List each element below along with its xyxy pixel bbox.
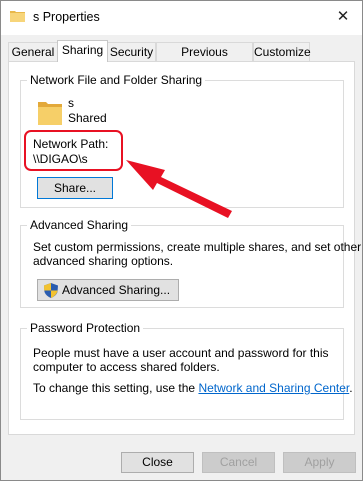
folder-name: s — [68, 96, 74, 110]
change-setting-period: . — [349, 381, 353, 395]
uac-shield-icon — [44, 283, 58, 298]
window-title: s Properties — [33, 10, 100, 24]
tab-customize[interactable]: Customize — [253, 42, 311, 61]
tab-sharing[interactable]: Sharing — [57, 40, 108, 62]
network-sharing-center-link[interactable]: Network and Sharing Center — [198, 381, 349, 395]
apply-button[interactable]: Apply — [283, 452, 356, 473]
share-button[interactable]: Share... — [37, 177, 113, 199]
close-window-button[interactable]: ✕ — [328, 3, 358, 31]
title-bar: s Properties ✕ — [1, 1, 362, 35]
group-title: Network File and Folder Sharing — [27, 73, 206, 87]
advanced-description-line2: advanced sharing options. — [33, 254, 174, 268]
tab-previous-versions[interactable]: Previous Versions — [156, 42, 253, 77]
advanced-description-line1: Set custom permissions, create multiple … — [33, 240, 362, 254]
advanced-sharing-label: Advanced Sharing... — [61, 283, 171, 297]
sharing-panel: Network File and Folder Sharing s Shared… — [8, 61, 361, 435]
folder-icon — [10, 11, 25, 22]
shared-folder-icon — [38, 102, 62, 125]
tab-general[interactable]: General — [8, 42, 58, 61]
advanced-sharing-group: Advanced Sharing Set custom permissions,… — [20, 218, 361, 308]
folder-status: Shared — [68, 111, 107, 125]
group-title: Password Protection — [27, 321, 144, 335]
properties-window: s Properties ✕ General Sharing Security … — [0, 0, 363, 481]
group-title: Advanced Sharing — [27, 218, 132, 232]
change-setting-prefix: To change this setting, use the — [33, 381, 199, 395]
cancel-button[interactable]: Cancel — [202, 452, 275, 473]
password-text-line1: People must have a user account and pass… — [33, 346, 329, 360]
change-setting-text: To change this setting, use the Network … — [33, 381, 353, 395]
network-path-highlight — [24, 130, 123, 171]
password-protection-group: Password Protection People must have a u… — [20, 321, 353, 420]
advanced-sharing-button[interactable]: Advanced Sharing... — [37, 279, 179, 301]
tab-strip: General Sharing Security Previous Versio… — [8, 40, 355, 77]
close-button[interactable]: Close — [121, 452, 194, 473]
tab-security[interactable]: Security — [107, 42, 156, 61]
password-text-line2: computer to access shared folders. — [33, 360, 220, 374]
